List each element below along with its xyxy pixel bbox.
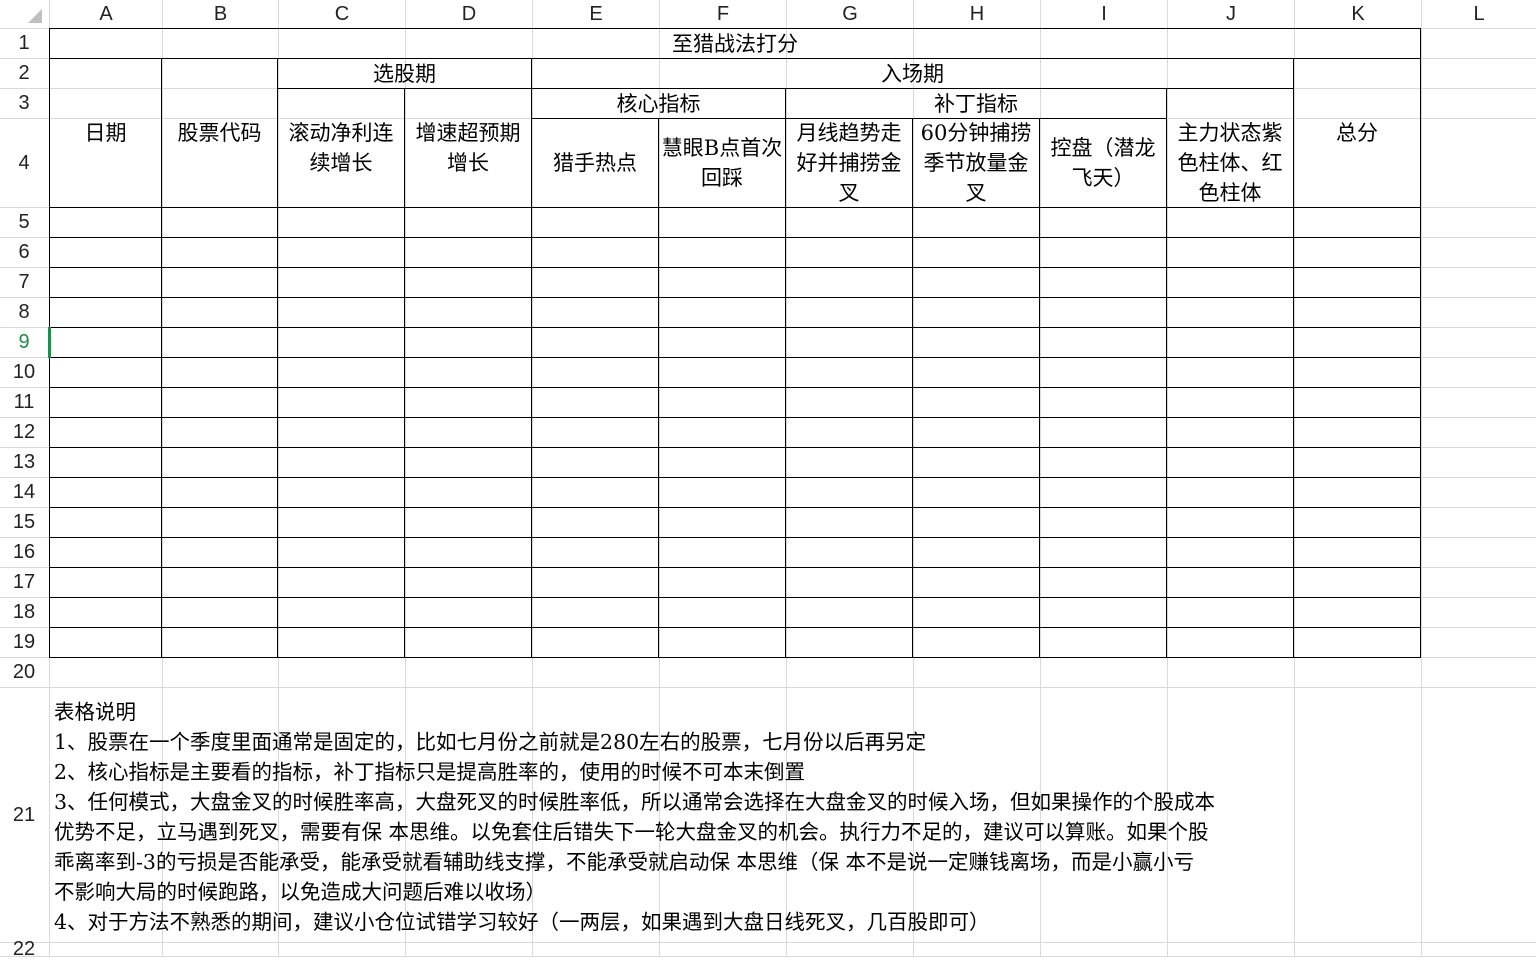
h4-header[interactable]: 60分钟捕捞季节放量金叉	[913, 119, 1039, 207]
row-header[interactable]: 10	[0, 358, 48, 387]
d4-header[interactable]: 增速超预期增长	[405, 89, 531, 207]
column-header[interactable]: E	[533, 0, 659, 28]
row-header[interactable]: 14	[0, 478, 48, 507]
table-border	[49, 297, 1421, 298]
row-header[interactable]: 7	[0, 268, 48, 297]
f4-header[interactable]: 慧眼B点首次回踩	[659, 119, 785, 207]
total-header[interactable]: 总分	[1294, 59, 1420, 207]
gridline-h	[0, 942, 1536, 943]
notes-line-1: 1、股票在一个季度里面通常是固定的，比如七月份之前就是280左右的股票，七月份以…	[54, 730, 927, 754]
column-header[interactable]: I	[1041, 0, 1167, 28]
row-header[interactable]: 5	[0, 208, 48, 237]
table-border	[49, 237, 1421, 238]
notes-cell[interactable]: 表格说明 1、股票在一个季度里面通常是固定的，比如七月份之前就是280左右的股票…	[54, 697, 1420, 937]
row-header[interactable]: 6	[0, 238, 48, 267]
table-border	[49, 567, 1421, 568]
row-header[interactable]: 13	[0, 448, 48, 477]
table-border	[49, 357, 1421, 358]
table-border	[49, 657, 1421, 658]
notes-line-2: 2、核心指标是主要看的指标，补丁指标只是提高胜率的，使用的时候不可本末倒置	[54, 760, 806, 784]
table-border	[49, 597, 1421, 598]
active-cell-indicator	[48, 327, 51, 358]
notes-line-3b: 优势不足，立马遇到死叉，需要有保 本思维。以免套住后错失下一轮大盘金叉的机会。执…	[54, 820, 1209, 844]
row-header[interactable]: 16	[0, 538, 48, 567]
row-header[interactable]: 2	[0, 59, 48, 88]
row-header[interactable]: 22	[0, 938, 48, 960]
row-header[interactable]: 4	[0, 119, 48, 207]
select-all-corner[interactable]	[0, 0, 48, 28]
notes-line-3c: 乖离率到-3的亏损是否能承受，能承受就看辅助线支撑，不能承受就启动保 本思维（保…	[54, 850, 1194, 874]
row-header[interactable]: 19	[0, 628, 48, 657]
row-header[interactable]: 17	[0, 568, 48, 597]
gridline-v	[1421, 0, 1422, 956]
table-border	[49, 207, 1421, 208]
row-header[interactable]: 1	[0, 29, 48, 58]
column-header[interactable]: L	[1422, 0, 1536, 28]
row-header[interactable]: 11	[0, 388, 48, 417]
table-border	[1420, 28, 1421, 658]
notes-line-3d: 不影响大局的时候跑路，以免造成大问题后难以收场）	[54, 880, 546, 904]
row-header[interactable]: 12	[0, 418, 48, 447]
notes-title: 表格说明	[54, 700, 136, 724]
row-header[interactable]: 9	[0, 328, 48, 357]
column-header[interactable]: K	[1295, 0, 1421, 28]
c4-header[interactable]: 滚动净利连续增长	[278, 89, 404, 207]
select-period-header[interactable]: 选股期	[278, 59, 531, 88]
column-header[interactable]: H	[914, 0, 1040, 28]
column-header[interactable]: C	[279, 0, 405, 28]
table-border	[49, 537, 1421, 538]
row-header[interactable]: 20	[0, 658, 48, 687]
table-border	[49, 507, 1421, 508]
row-header[interactable]: 21	[0, 688, 48, 942]
core-indicator-header[interactable]: 核心指标	[532, 89, 785, 118]
table-border	[49, 417, 1421, 418]
row-header[interactable]: 18	[0, 598, 48, 627]
date-header[interactable]: 日期	[50, 59, 161, 207]
notes-line-3a: 3、任何模式，大盘金叉的时候胜率高，大盘死叉的时候胜率低，所以通常会选择在大盘金…	[54, 790, 1216, 814]
row-header[interactable]: 3	[0, 89, 48, 118]
column-header[interactable]: D	[406, 0, 532, 28]
column-header[interactable]: G	[787, 0, 913, 28]
patch-indicator-header[interactable]: 补丁指标	[786, 89, 1166, 118]
gridline-h	[0, 687, 1536, 688]
column-header[interactable]: B	[163, 0, 278, 28]
e4-header[interactable]: 猎手热点	[532, 119, 658, 207]
table-border	[49, 267, 1421, 268]
stock-code-header[interactable]: 股票代码	[162, 59, 277, 207]
j4-header[interactable]: 主力状态紫色柱体、红色柱体	[1167, 119, 1293, 207]
table-border	[49, 327, 1421, 328]
row-header[interactable]: 15	[0, 508, 48, 537]
select-all-icon	[28, 9, 42, 23]
column-header[interactable]: A	[50, 0, 162, 28]
table-border	[49, 477, 1421, 478]
row-header[interactable]: 8	[0, 298, 48, 327]
table-title[interactable]: 至猎战法打分	[50, 29, 1420, 58]
column-header[interactable]: J	[1168, 0, 1294, 28]
i4-header[interactable]: 控盘（潜龙飞天）	[1040, 119, 1166, 207]
gridline-h	[0, 956, 1536, 957]
notes-line-4: 4、对于方法不熟悉的期间，建议小仓位试错学习较好（一两层，如果遇到大盘日线死叉，…	[54, 910, 990, 934]
g4-header[interactable]: 月线趋势走好并捕捞金叉	[786, 119, 912, 207]
table-border	[49, 387, 1421, 388]
column-header[interactable]: F	[660, 0, 786, 28]
table-border	[49, 447, 1421, 448]
table-border	[49, 627, 1421, 628]
entry-period-header[interactable]: 入场期	[532, 59, 1293, 88]
